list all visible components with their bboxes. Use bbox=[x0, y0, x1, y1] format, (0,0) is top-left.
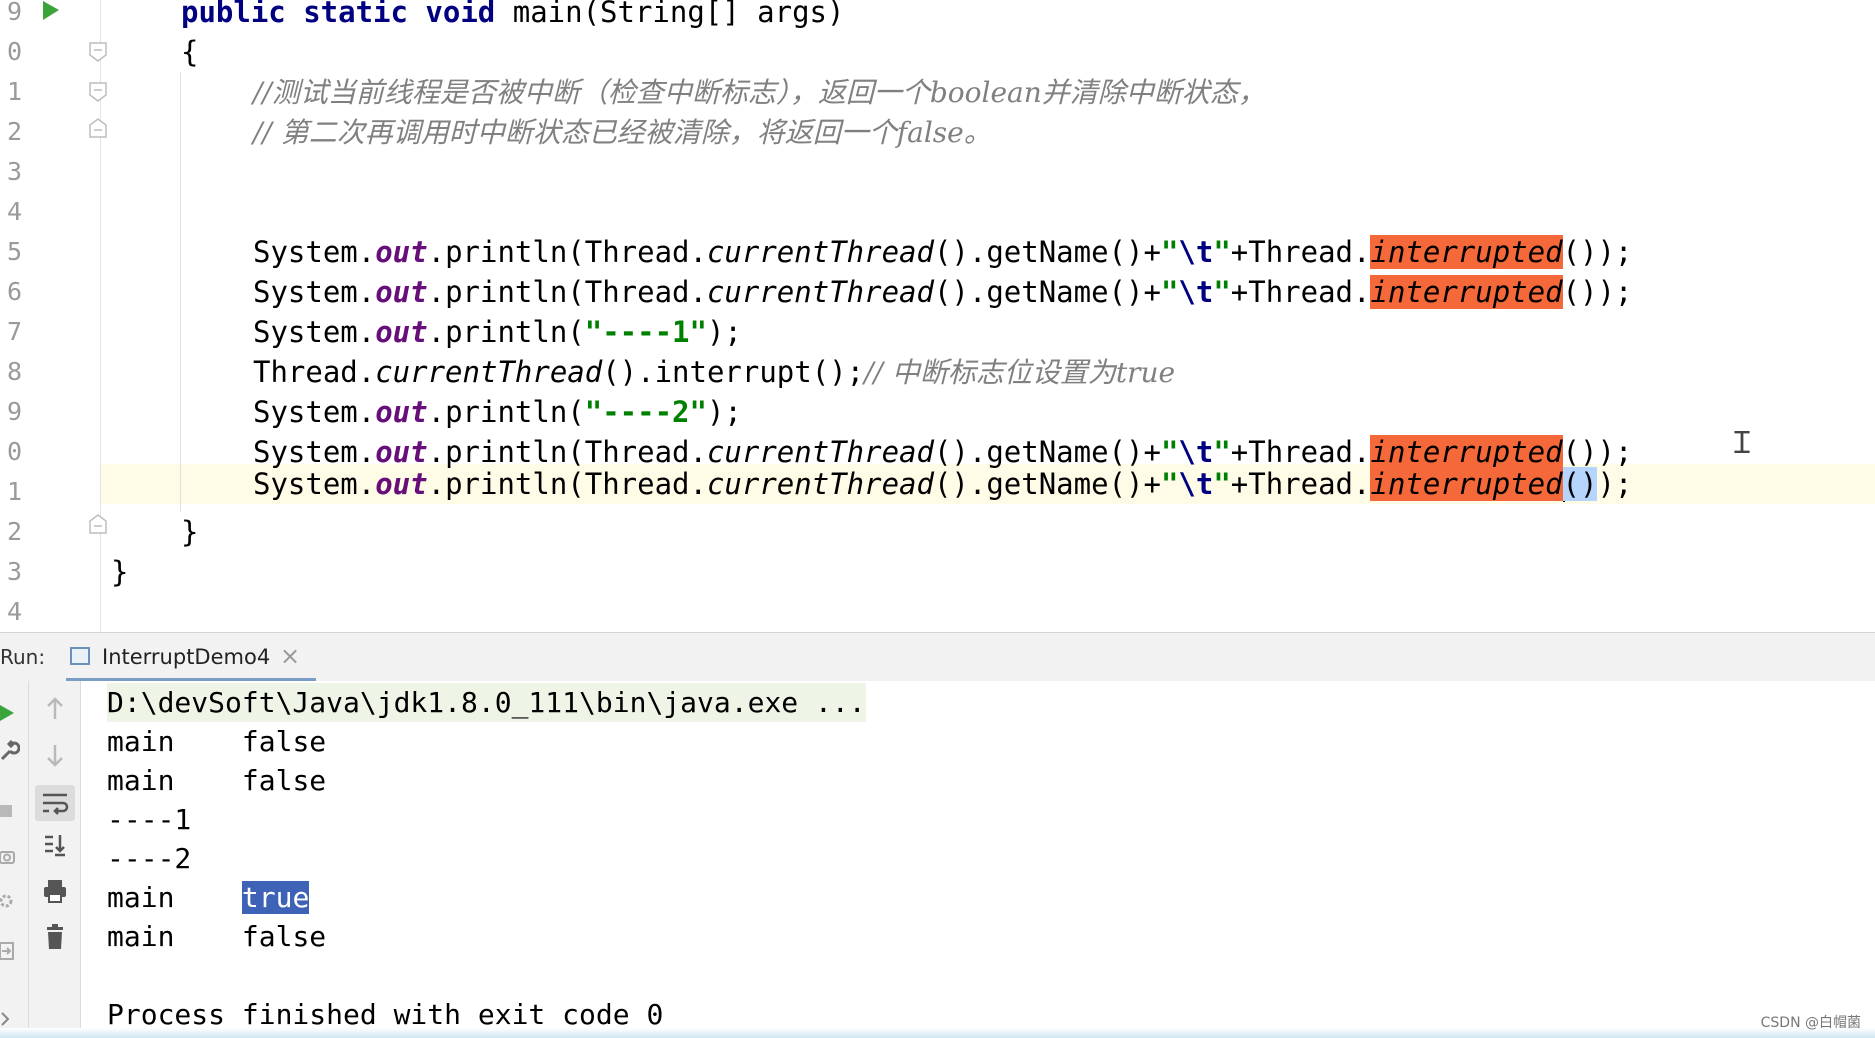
selected-text: true bbox=[241, 881, 310, 914]
run-tool-window-header: Run: InterruptDemo4 × bbox=[0, 632, 1875, 682]
run-tool-window: D:\devSoft\Java\jdk1.8.0_111\bin\java.ex… bbox=[0, 681, 1875, 1038]
code-line: System.out.println(Thread.currentThread(… bbox=[253, 235, 1633, 269]
run-left-strip bbox=[0, 681, 29, 1038]
line-number: 5 bbox=[6, 237, 22, 266]
code-line: { bbox=[181, 35, 199, 69]
wrench-icon[interactable] bbox=[0, 739, 21, 763]
up-arrow-icon[interactable] bbox=[41, 695, 69, 723]
editor-gutter: 9 0 1 2 3 4 5 6 7 8 9 0 1 2 3 4 bbox=[0, 0, 107, 632]
console-output[interactable]: D:\devSoft\Java\jdk1.8.0_111\bin\java.ex… bbox=[107, 681, 1867, 1038]
code-line: } bbox=[181, 515, 199, 549]
search-highlight: interrupted bbox=[1370, 467, 1563, 501]
print-icon[interactable] bbox=[41, 877, 69, 905]
search-highlight: interrupted bbox=[1370, 275, 1563, 309]
code-line: System.out.println("----1"); bbox=[253, 315, 742, 349]
scroll-to-end-icon[interactable] bbox=[41, 831, 69, 859]
console-toolbar bbox=[29, 681, 81, 1038]
line-number: 6 bbox=[6, 277, 22, 306]
code-comment: // 第二次再调用时中断状态已经被清除，将返回一个false。 bbox=[253, 116, 992, 149]
line-number: 4 bbox=[6, 197, 22, 226]
line-number: 0 bbox=[6, 437, 22, 466]
mouse-ibeam-cursor-icon: Ｉ bbox=[1727, 426, 1757, 461]
run-tab-interruptdemo4[interactable]: InterruptDemo4 × bbox=[66, 633, 316, 682]
code-line: public static void main(String[] args) bbox=[181, 0, 845, 29]
stop-icon[interactable] bbox=[0, 799, 20, 823]
rerun-icon[interactable] bbox=[0, 701, 20, 725]
line-number: 2 bbox=[6, 117, 22, 146]
console-line: ----2 bbox=[107, 842, 192, 875]
console-command-line: D:\devSoft\Java\jdk1.8.0_111\bin\java.ex… bbox=[107, 683, 866, 722]
exit-icon[interactable] bbox=[0, 939, 20, 963]
settings-icon[interactable] bbox=[0, 889, 20, 913]
console-line: main false bbox=[107, 764, 327, 797]
line-number: 0 bbox=[6, 37, 22, 66]
search-highlight: interrupted bbox=[1370, 235, 1563, 269]
code-comment: //测试当前线程是否被中断（检查中断标志），返回一个boolean并清除中断状态… bbox=[253, 76, 1266, 109]
soft-wrap-icon[interactable] bbox=[35, 785, 75, 821]
line-number: 3 bbox=[6, 557, 22, 586]
code-line: System.out.println(Thread.currentThread(… bbox=[253, 275, 1633, 309]
line-number: 1 bbox=[6, 77, 22, 106]
console-line: main true bbox=[107, 881, 310, 914]
line-number: 3 bbox=[6, 157, 22, 186]
run-tab-title: InterruptDemo4 bbox=[102, 645, 271, 669]
run-label: Run: bbox=[0, 645, 46, 669]
code-area[interactable]: public static void main(String[] args) {… bbox=[101, 0, 1875, 632]
code-line: System.out.println("----2"); bbox=[253, 395, 742, 429]
console-line: main false bbox=[107, 920, 327, 953]
line-number: 8 bbox=[6, 357, 22, 386]
run-gutter-icon[interactable] bbox=[40, 0, 62, 22]
camera-icon[interactable] bbox=[0, 845, 20, 869]
line-number: 7 bbox=[6, 317, 22, 346]
bottom-decoration bbox=[0, 1028, 1875, 1038]
close-icon[interactable]: × bbox=[280, 642, 300, 670]
line-number: 9 bbox=[6, 397, 22, 426]
watermark: CSDN @白帽菌 bbox=[1760, 1015, 1861, 1031]
line-number: 9 bbox=[6, 0, 22, 26]
matched-parens: () bbox=[1562, 467, 1598, 501]
line-number: 2 bbox=[6, 517, 22, 546]
line-number: 4 bbox=[6, 597, 22, 626]
line-number: 1 bbox=[6, 477, 22, 506]
console-tab-icon bbox=[70, 647, 90, 665]
trash-icon[interactable] bbox=[41, 923, 69, 951]
code-editor[interactable]: 9 0 1 2 3 4 5 6 7 8 9 0 1 2 3 4 public s… bbox=[0, 0, 1875, 632]
code-line: } bbox=[111, 555, 129, 589]
console-line: ----1 bbox=[107, 803, 192, 836]
down-arrow-icon[interactable] bbox=[41, 741, 69, 769]
indent-guide bbox=[180, 72, 181, 512]
console-line: main false bbox=[107, 725, 327, 758]
code-line: Thread.currentThread().interrupt();// 中断… bbox=[253, 355, 1176, 389]
code-line-current: System.out.println(Thread.currentThread(… bbox=[253, 467, 1633, 502]
